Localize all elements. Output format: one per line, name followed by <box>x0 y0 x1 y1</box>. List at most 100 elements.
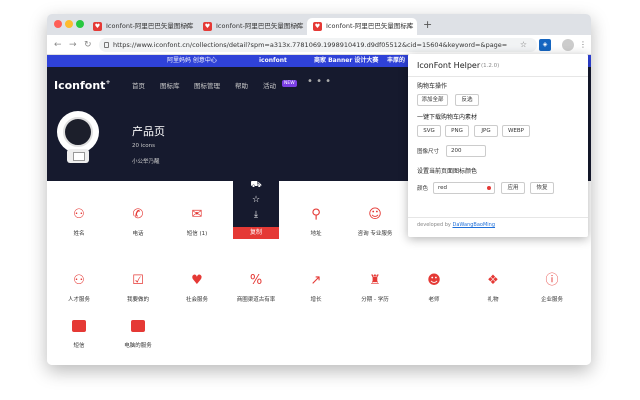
new-badge: NEW <box>282 80 297 87</box>
gift-icon: ❖ <box>487 273 499 288</box>
location-icon: ⚲ <box>311 207 321 222</box>
icon-item-sms[interactable]: 短信 <box>49 319 109 359</box>
minimize-window-button[interactable] <box>65 20 73 28</box>
service-icon: ☺ <box>368 207 382 222</box>
tab-1[interactable]: ♥ Iconfont-阿里巴巴矢量图标库 ✕ <box>87 18 195 35</box>
nav-activity[interactable]: 活动 <box>263 80 276 90</box>
nav-help[interactable]: 帮助 <box>235 80 248 90</box>
divider <box>408 76 588 77</box>
icon-item-growth[interactable]: ↗ 增长 <box>286 273 346 313</box>
tab-3-active[interactable]: ♥ Iconfont-阿里巴巴矢量图标库 ✕ <box>307 18 417 35</box>
icon-label: 咨询 专业服务 <box>357 231 393 237</box>
logo-plus-icon: + <box>105 79 111 86</box>
color-input[interactable]: red <box>433 182 495 194</box>
download-section-title: 一键下载购物车内素材 <box>417 114 478 121</box>
color-swatch-icon <box>487 186 491 190</box>
color-section-title: 设置当前页面图标颜色 <box>417 168 478 175</box>
enterprise-icon: ⓘ <box>545 273 559 288</box>
sms-icon <box>72 320 86 332</box>
iconfont-helper-extension-icon[interactable]: ◈ <box>539 39 551 51</box>
download-webp-button[interactable]: WEBP <box>502 125 530 137</box>
nav-home[interactable]: 首页 <box>132 80 145 90</box>
forward-icon[interactable]: → <box>69 38 77 52</box>
close-window-button[interactable] <box>54 20 62 28</box>
icon-item-task[interactable]: ☑ 我要做的 <box>108 273 168 313</box>
iconfont-favicon-icon: ♥ <box>313 22 322 31</box>
collection-author[interactable]: 小公举乃醒 <box>132 157 160 165</box>
lock-icon <box>104 42 109 48</box>
cart-section-title: 购物车操作 <box>417 83 448 90</box>
people-icon: ⚇ <box>73 273 85 288</box>
icon-hover-card[interactable]: ⛟ ☆ ⤓ 复制 <box>233 177 279 239</box>
mail-icon: ✉ <box>191 207 203 222</box>
avatar[interactable] <box>562 39 574 51</box>
developer-credit: developed by DaWangBaoMing <box>417 222 495 228</box>
tab-title: Iconfont-阿里巴巴矢量图标库 <box>216 22 304 30</box>
more-icon[interactable]: • • • <box>307 76 331 87</box>
new-tab-button[interactable]: + <box>423 18 432 32</box>
site-logo[interactable]: Iconfont+ <box>54 79 110 92</box>
icon-label: 电话 <box>132 231 144 237</box>
icon-label: 地址 <box>310 231 322 237</box>
promo-logo: iconfont <box>259 57 287 64</box>
icon-count: 20 icons <box>132 143 156 149</box>
address-bar[interactable]: https://www.iconfont.cn/collections/deta… <box>99 38 537 52</box>
browser-menu-icon[interactable]: ⋮ <box>579 38 587 52</box>
icon-item-computer[interactable]: 电脑的服务 <box>108 319 168 359</box>
social-icon: ♥ <box>191 273 203 288</box>
color-label: 颜色 <box>417 186 429 192</box>
task-icon: ☑ <box>132 273 144 288</box>
size-input[interactable]: 200 <box>446 145 486 157</box>
tab-2[interactable]: ♥ Iconfont-阿里巴巴矢量图标库 ✕ <box>197 18 305 35</box>
icon-label: 短信 <box>73 343 85 349</box>
apply-button[interactable]: 应用 <box>501 182 525 194</box>
icon-item-phone[interactable]: ✆ 电话 <box>108 207 168 247</box>
icon-item-percent[interactable]: % 商圈渠道古有率 <box>226 273 286 313</box>
close-tab-icon[interactable]: ✕ <box>184 18 190 35</box>
computer-icon <box>131 320 145 332</box>
icon-item-mail[interactable]: ✉ 短信 (1) <box>167 207 227 247</box>
add-all-button[interactable]: 添加全部 <box>417 94 448 106</box>
maximize-window-button[interactable] <box>76 20 84 28</box>
download-icon[interactable]: ⤓ <box>233 210 279 220</box>
promo-headline: 商家 Banner 设计大赛 <box>314 57 379 64</box>
bookmark-star-icon[interactable]: ☆ <box>520 38 527 52</box>
icon-label: 分期 - 学历 <box>361 297 389 303</box>
iconfont-helper-popup: IconFont Helper (1.2.0) 购物车操作 添加全部 反选 一键… <box>408 54 588 237</box>
icon-label: 我要做的 <box>126 297 149 303</box>
url-text[interactable]: https://www.iconfont.cn/collections/deta… <box>113 38 507 52</box>
reset-button[interactable]: 恢复 <box>530 182 554 194</box>
back-icon[interactable]: ← <box>54 38 62 52</box>
icon-item-talent[interactable]: ⚇ 人才服务 <box>49 273 109 313</box>
icon-item-gift[interactable]: ❖ 礼物 <box>463 273 523 313</box>
developer-link[interactable]: DaWangBaoMing <box>452 222 495 228</box>
iconfont-favicon-icon: ♥ <box>203 22 212 31</box>
download-svg-button[interactable]: SVG <box>417 125 441 137</box>
add-to-cart-icon[interactable]: ⛟ <box>233 180 279 191</box>
icon-item-name[interactable]: ⚇ 姓名 <box>49 207 109 247</box>
reload-icon[interactable]: ↻ <box>84 38 92 52</box>
close-tab-icon[interactable]: ✕ <box>294 18 300 35</box>
phone-icon: ✆ <box>132 207 144 222</box>
icon-item-service[interactable]: ☺ 咨询 专业服务 <box>345 207 405 247</box>
download-jpg-button[interactable]: JPG <box>474 125 498 137</box>
icon-item-location[interactable]: ⚲ 地址 <box>286 207 346 247</box>
visor-shape <box>63 117 93 147</box>
iconfont-favicon-icon: ♥ <box>93 22 102 31</box>
favorite-star-icon[interactable]: ☆ <box>233 195 279 205</box>
copy-button[interactable]: 复制 <box>233 227 279 239</box>
nav-icon-management[interactable]: 图标管理 <box>194 80 220 90</box>
percent-icon: % <box>249 273 263 288</box>
close-tab-icon[interactable]: ✕ <box>406 18 412 35</box>
icon-item-education[interactable]: ♜ 分期 - 学历 <box>345 273 405 313</box>
icon-item-enterprise[interactable]: ⓘ 企业服务 <box>522 273 582 313</box>
tab-bar: ♥ Iconfont-阿里巴巴矢量图标库 ✕ ♥ Iconfont-阿里巴巴矢量… <box>47 14 591 35</box>
icon-item-teacher[interactable]: ☻ 老师 <box>404 273 464 313</box>
nav-icon-library[interactable]: 图标库 <box>160 80 180 90</box>
invert-selection-button[interactable]: 反选 <box>455 94 479 106</box>
tab-title: Iconfont-阿里巴巴矢量图标库 <box>106 22 194 30</box>
icon-item-social[interactable]: ♥ 社会服务 <box>167 273 227 313</box>
download-png-button[interactable]: PNG <box>445 125 469 137</box>
astronaut-avatar <box>57 111 99 163</box>
icon-label: 企业服务 <box>540 297 563 303</box>
